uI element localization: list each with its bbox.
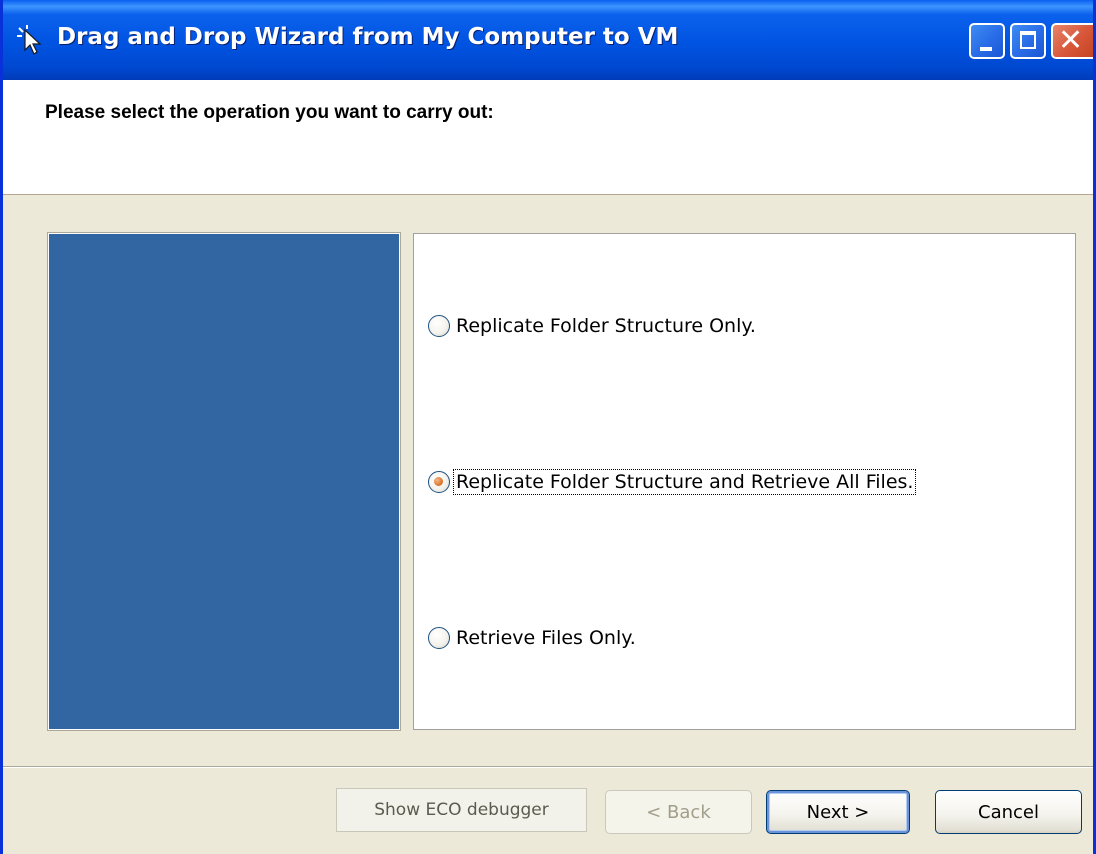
cancel-button[interactable]: Cancel bbox=[935, 790, 1082, 834]
page-title: Please select the operation you want to … bbox=[45, 102, 494, 123]
minimize-button[interactable] bbox=[969, 23, 1005, 59]
minimize-icon bbox=[980, 47, 992, 51]
radio-replicate-folders[interactable] bbox=[428, 315, 450, 337]
option-replicate-and-retrieve[interactable]: Replicate Folder Structure and Retrieve … bbox=[428, 467, 917, 497]
option-replicate-folders[interactable]: Replicate Folder Structure Only. bbox=[428, 311, 758, 341]
radio-replicate-and-retrieve[interactable] bbox=[428, 471, 450, 493]
wizard-header: Please select the operation you want to … bbox=[3, 80, 1093, 195]
wand-cursor-icon bbox=[17, 25, 42, 55]
title-bar[interactable]: Drag and Drop Wizard from My Computer to… bbox=[3, 0, 1093, 80]
options-panel: Replicate Folder Structure Only. Replica… bbox=[413, 233, 1076, 730]
option-retrieve-files[interactable]: Retrieve Files Only. bbox=[428, 623, 638, 653]
close-icon: ✕ bbox=[1058, 23, 1084, 58]
close-button[interactable]: ✕ bbox=[1051, 23, 1093, 59]
footer-divider bbox=[3, 766, 1093, 768]
option-label[interactable]: Replicate Folder Structure Only. bbox=[454, 314, 758, 338]
next-button[interactable]: Next > bbox=[766, 790, 910, 834]
radio-retrieve-files[interactable] bbox=[428, 627, 450, 649]
option-label[interactable]: Retrieve Files Only. bbox=[454, 626, 638, 650]
wizard-window: Drag and Drop Wizard from My Computer to… bbox=[0, 0, 1096, 854]
show-eco-debugger-button[interactable]: Show ECO debugger bbox=[336, 788, 587, 832]
maximize-icon bbox=[1020, 31, 1036, 49]
back-button[interactable]: < Back bbox=[605, 790, 752, 834]
window-title: Drag and Drop Wizard from My Computer to… bbox=[57, 24, 679, 50]
maximize-button[interactable] bbox=[1010, 23, 1046, 59]
option-label[interactable]: Replicate Folder Structure and Retrieve … bbox=[452, 469, 917, 495]
wizard-side-image bbox=[47, 232, 401, 731]
